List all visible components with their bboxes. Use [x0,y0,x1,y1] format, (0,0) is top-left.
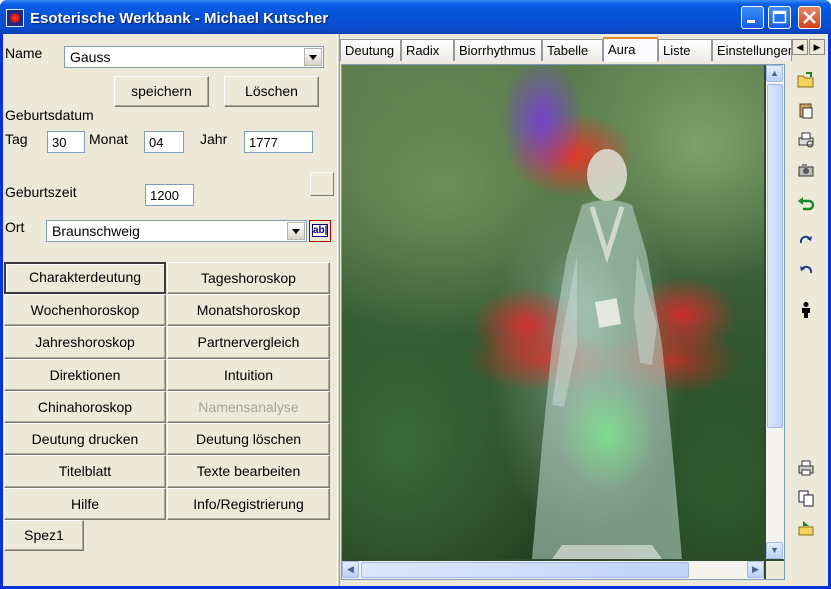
maximize-button[interactable] [768,6,791,29]
print-preview-icon[interactable] [793,128,819,152]
spez1-button[interactable]: Spez1 [4,520,84,551]
vertical-scroll-thumb[interactable] [767,84,783,428]
info-registrierung-button[interactable]: Info/Registrierung [167,488,330,520]
scrollbar-corner [766,561,784,579]
deutung-loeschen-button[interactable]: Deutung löschen [167,423,330,455]
charakterdeutung-button[interactable]: Charakterdeutung [4,262,166,294]
right-toolbar [789,64,823,580]
time-options-button[interactable] [310,172,334,196]
aura-viewport: ▲ ▼ ◀ ▶ [341,64,785,580]
tab-radix[interactable]: Radix [401,39,454,61]
redo-icon[interactable] [793,228,819,252]
tab-liste[interactable]: Liste [658,39,712,61]
year-label: Jahr [200,131,228,147]
maximize-icon [772,10,787,24]
tab-scroll-left-icon[interactable]: ◀ [792,39,808,55]
birthdate-label: Geburtsdatum [5,107,94,123]
tab-strip: Deutung Radix Biorrhythmus Tabelle Aura … [340,37,828,62]
partnervergleich-button[interactable]: Partnervergleich [167,326,330,359]
close-icon [803,11,816,24]
month-field[interactable]: 04 [144,131,184,153]
chevron-down-icon[interactable] [304,48,322,66]
birthtime-label: Geburtszeit [5,184,77,200]
wochenhoroskop-button[interactable]: Wochenhoroskop [4,294,166,326]
vertical-scrollbar[interactable]: ▲ ▼ [766,65,784,559]
scroll-up-icon[interactable]: ▲ [766,65,783,82]
tab-tabelle[interactable]: Tabelle [542,39,603,61]
name-value: Gauss [70,49,111,65]
copy-icon[interactable] [793,486,819,510]
tab-scroll-right-icon[interactable]: ▶ [809,39,825,55]
direktionen-button[interactable]: Direktionen [4,359,166,391]
scroll-right-icon[interactable]: ▶ [747,561,764,578]
year-field[interactable]: 1777 [244,131,313,153]
undo-icon[interactable] [793,258,819,282]
scroll-down-icon[interactable]: ▼ [766,542,783,559]
delete-button[interactable]: Löschen [224,76,319,107]
namensanalyse-button: Namensanalyse [167,391,330,423]
minimize-icon [747,20,755,23]
minimize-button[interactable] [741,6,764,29]
monatshoroskop-button[interactable]: Monatshoroskop [167,294,330,326]
chevron-down-icon[interactable] [287,222,305,240]
name-label: Name [5,45,43,61]
titelblatt-button[interactable]: Titelblatt [4,455,166,488]
print-icon[interactable] [793,456,819,480]
jahreshoroskop-button[interactable]: Jahreshoroskop [4,326,166,359]
day-label: Tag [5,131,28,147]
place-label: Ort [5,219,25,235]
client-area: Name Gauss speichern Löschen Geburtsdatu… [3,34,828,586]
tab-deutung[interactable]: Deutung [340,39,401,61]
export-icon[interactable] [793,516,819,540]
day-field[interactable]: 30 [47,131,85,153]
save-button[interactable]: speichern [114,76,209,107]
tab-biorrhythmus[interactable]: Biorrhythmus [454,39,542,61]
tageshoroskop-button[interactable]: Tageshoroskop [167,262,330,294]
deutung-drucken-button[interactable]: Deutung drucken [4,423,166,455]
horizontal-scroll-thumb[interactable] [361,562,689,578]
person-icon[interactable] [793,298,819,322]
edit-place-button[interactable]: ab| [309,220,331,242]
texte-bearbeiten-button[interactable]: Texte bearbeiten [167,455,330,488]
statue-figure [532,149,682,559]
intuition-button[interactable]: Intuition [167,359,330,391]
place-combobox[interactable]: Braunschweig [46,220,307,242]
window-title: Esoterische Werkbank - Michael Kutscher [30,10,329,27]
text-field-icon: ab| [312,224,328,237]
close-button[interactable] [798,6,821,29]
hilfe-button[interactable]: Hilfe [4,488,166,520]
paste-icon[interactable] [793,98,819,122]
undo-arrow-icon[interactable] [793,192,819,216]
aura-image [342,65,764,559]
app-window: Esoterische Werkbank - Michael Kutscher … [0,0,831,589]
horizontal-scrollbar[interactable]: ◀ ▶ [342,561,764,579]
tab-einstellungen[interactable]: Einstellungen [712,39,792,61]
open-folder-icon[interactable] [793,68,819,92]
title-bar[interactable]: Esoterische Werkbank - Michael Kutscher [0,0,831,34]
month-label: Monat [89,131,128,147]
scroll-left-icon[interactable]: ◀ [342,561,359,578]
camera-icon[interactable] [793,158,819,182]
app-icon [6,9,24,27]
place-value: Braunschweig [52,223,140,239]
chinahoroskop-button[interactable]: Chinahoroskop [4,391,166,423]
name-combobox[interactable]: Gauss [64,46,324,68]
panel-divider[interactable] [337,34,340,586]
birthtime-field[interactable]: 1200 [145,184,194,206]
tab-aura[interactable]: Aura [603,37,658,62]
